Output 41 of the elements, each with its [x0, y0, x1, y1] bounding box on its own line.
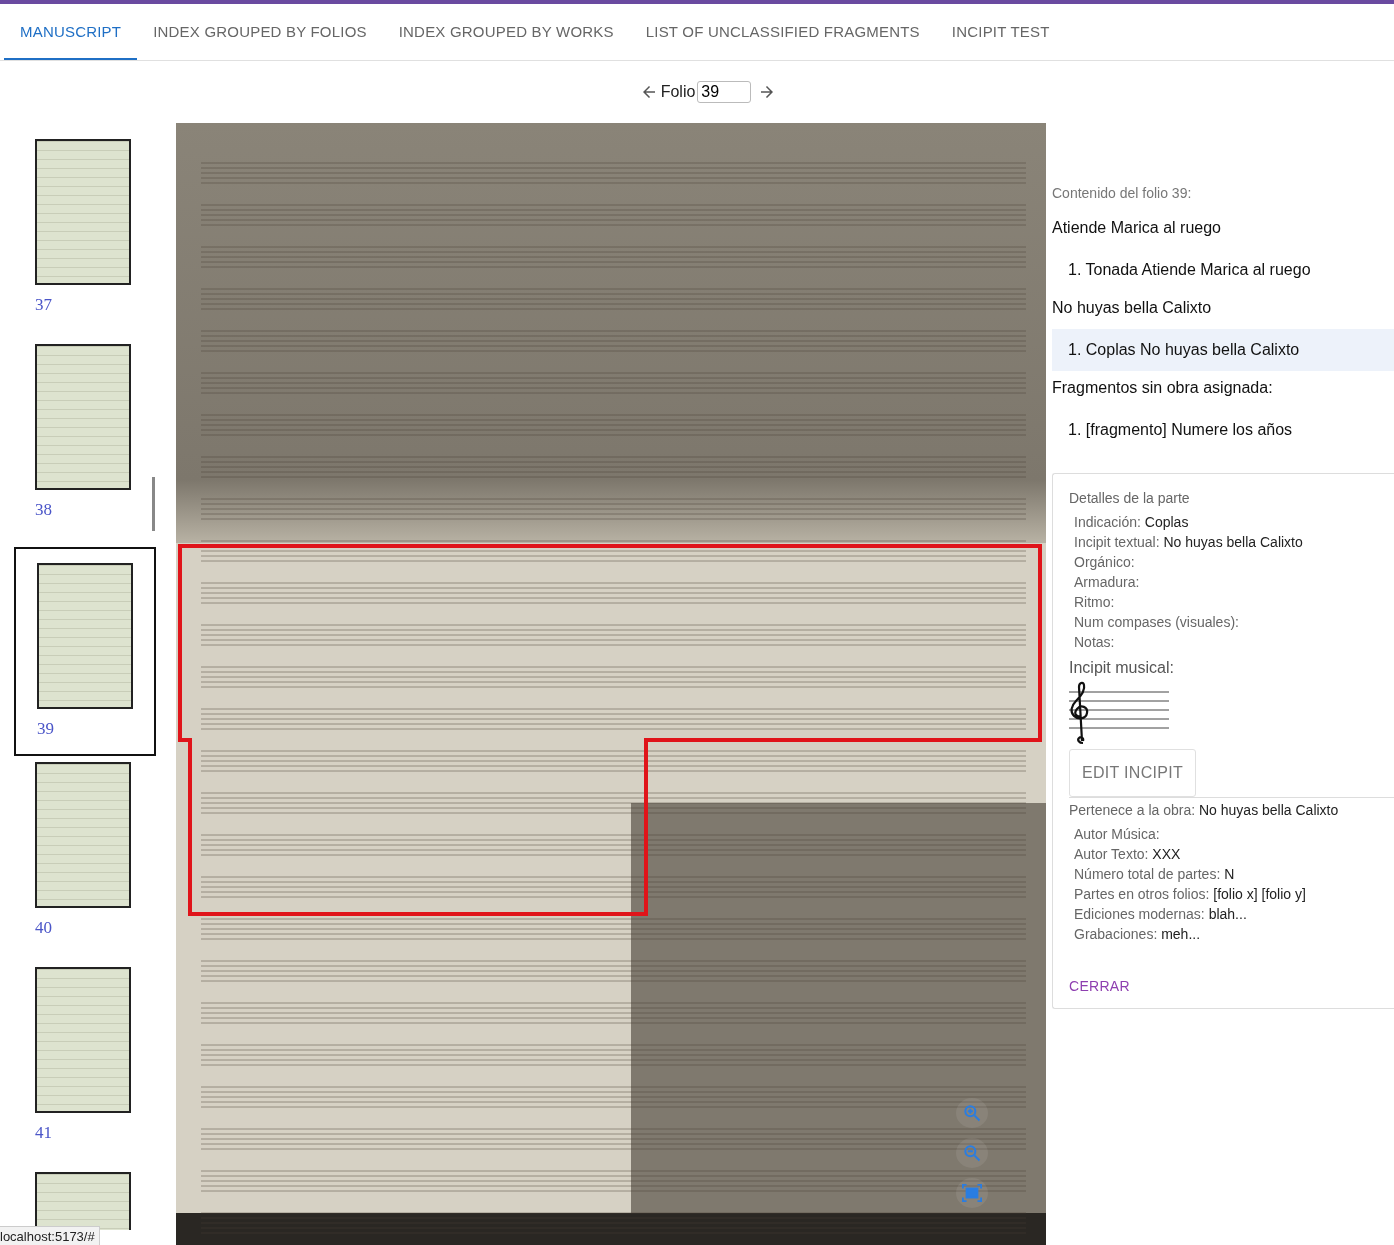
- part-list-item[interactable]: 1. Tonada Atiende Marica al ruego: [1052, 249, 1394, 291]
- detail-field: Num compases (visuales):: [1069, 612, 1394, 632]
- scrollbar-thumb[interactable]: [152, 477, 155, 531]
- folio-input[interactable]: 39: [697, 81, 752, 103]
- tab[interactable]: LIST OF UNCLASSIFIED FRAGMENTS: [629, 4, 936, 60]
- link-url-tooltip: localhost:5173/#: [0, 1226, 100, 1245]
- tab[interactable]: INDEX GROUPED BY FOLIOS: [137, 4, 383, 60]
- folio-number: 38: [35, 500, 52, 520]
- detail-field: Número total de partes: N: [1069, 864, 1394, 884]
- detail-field: Ediciones modernas: blah...: [1069, 904, 1394, 924]
- fragment-list-item[interactable]: 1. [fragmento] Numere los años: [1052, 409, 1394, 451]
- contents-heading: Contenido del folio 39:: [1052, 185, 1193, 201]
- tab[interactable]: INCIPIT TEST: [935, 4, 1066, 60]
- highlight-outline[interactable]: [178, 544, 1042, 916]
- detail-field: Partes en otros folios: [folio x] [folio y]: [1069, 884, 1394, 904]
- folio-number: 40: [35, 918, 52, 938]
- edit-incipit-button[interactable]: EDIT INCIPIT: [1069, 749, 1197, 797]
- incipit-label: Incipit musical:: [1069, 659, 1175, 677]
- tab[interactable]: MANUSCRIPT: [4, 4, 138, 60]
- work-title: Atiende Marica al ruego: [1052, 218, 1222, 238]
- work-field: Pertenece a la obra: No huyas bella Calixto: [1069, 797, 1394, 824]
- card-title: Detalles de la parte: [1069, 490, 1191, 506]
- folio-number: 39: [37, 719, 54, 739]
- folio-label: Folio: [660, 83, 696, 101]
- detail-field: Incipit textual: No huyas bella Calixto: [1069, 532, 1394, 552]
- detail-field: Armadura:: [1069, 572, 1394, 592]
- close-button[interactable]: CERRAR: [1069, 974, 1130, 994]
- folio-number: 37: [35, 295, 52, 315]
- detail-field: Autor Texto: XXX: [1069, 844, 1394, 864]
- detail-field: Ritmo:: [1069, 592, 1394, 612]
- folio-thumbnail[interactable]: 39: [14, 547, 156, 756]
- work-title: No huyas bella Calixto: [1052, 298, 1213, 318]
- detail-field: Notas:: [1069, 632, 1394, 652]
- detail-field: Indicación: Coplas: [1069, 512, 1394, 532]
- part-list-item[interactable]: 1. Coplas No huyas bella Calixto: [1052, 329, 1394, 371]
- tab[interactable]: INDEX GROUPED BY WORKS: [382, 4, 630, 60]
- folio-number: 41: [35, 1123, 52, 1143]
- fragments-title: Fragmentos sin obra asignada:: [1052, 378, 1274, 398]
- detail-field: Autor Música:: [1069, 824, 1394, 844]
- detail-field: Grabaciones: meh...: [1069, 924, 1394, 944]
- detail-field: Orgánico:: [1069, 552, 1394, 572]
